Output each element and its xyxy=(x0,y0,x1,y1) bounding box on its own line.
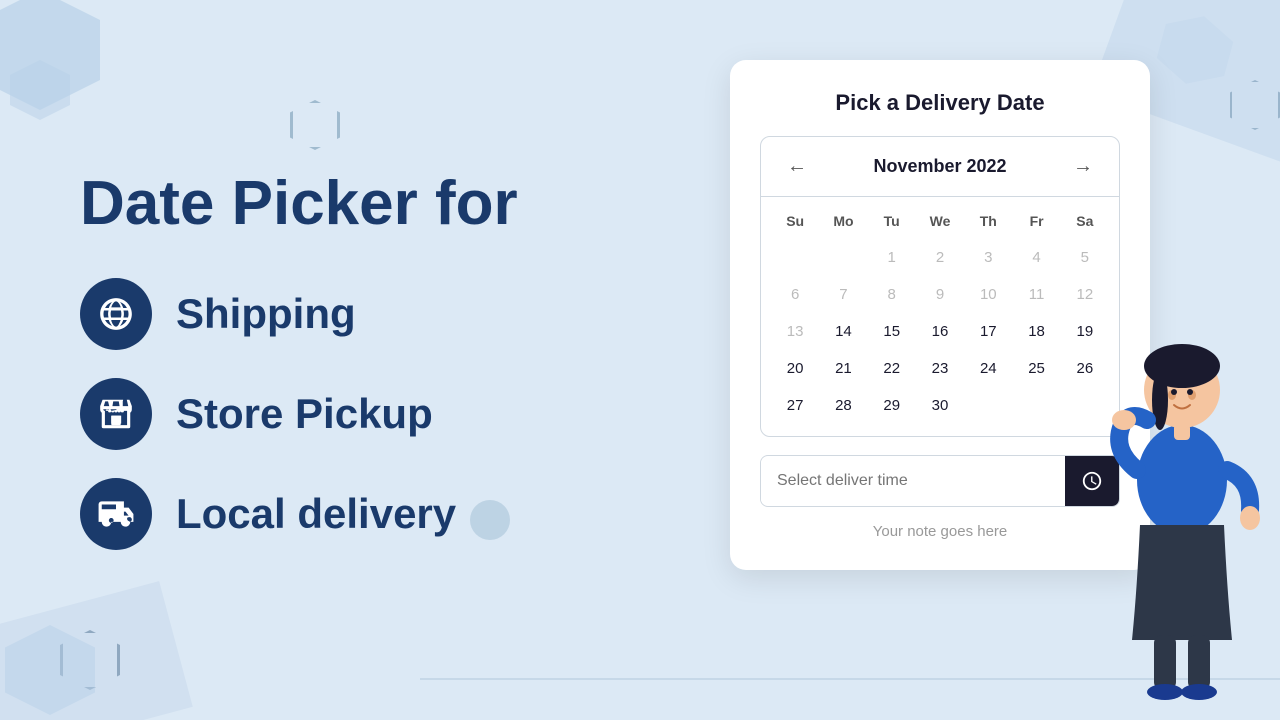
date-picker-card: Pick a Delivery Date ← November 2022 → S… xyxy=(730,60,1150,570)
day-cell[interactable]: 21 xyxy=(819,352,867,385)
local-delivery-icon-circle xyxy=(80,478,152,550)
time-picker-row xyxy=(760,455,1120,507)
prev-month-button[interactable]: ← xyxy=(779,151,815,182)
shipping-label: Shipping xyxy=(176,290,356,338)
day-cell[interactable]: 5 xyxy=(1061,241,1109,274)
day-cell[interactable]: 3 xyxy=(964,241,1012,274)
day-cell[interactable]: 14 xyxy=(819,315,867,348)
day-cell[interactable]: 17 xyxy=(964,315,1012,348)
day-cell[interactable]: 1 xyxy=(868,241,916,274)
day-cell[interactable]: 2 xyxy=(916,241,964,274)
month-year-label: November 2022 xyxy=(873,156,1006,177)
next-month-button[interactable]: → xyxy=(1065,151,1101,182)
day-header-mo: Mo xyxy=(819,207,867,235)
main-title: Date Picker for xyxy=(80,170,620,238)
day-cell[interactable]: 29 xyxy=(868,389,916,422)
store-icon xyxy=(97,395,135,433)
day-header-we: We xyxy=(916,207,964,235)
day-cell[interactable]: 11 xyxy=(1012,278,1060,311)
note-text: Your note goes here xyxy=(760,523,1120,540)
character-illustration xyxy=(1102,280,1262,700)
store-pickup-icon-circle xyxy=(80,378,152,450)
day-cell[interactable]: 4 xyxy=(1012,241,1060,274)
day-cell[interactable]: 27 xyxy=(771,389,819,422)
local-delivery-label: Local delivery xyxy=(176,490,456,538)
card-title: Pick a Delivery Date xyxy=(760,90,1120,116)
feature-item-shipping: Shipping xyxy=(80,278,620,350)
day-cell[interactable]: 23 xyxy=(916,352,964,385)
feature-item-local-delivery: Local delivery xyxy=(80,478,620,550)
calendar-grid: Su Mo Tu We Th Fr Sa 1 2 3 4 5 xyxy=(761,197,1119,436)
feature-item-store-pickup: Store Pickup xyxy=(80,378,620,450)
shipping-icon-circle xyxy=(80,278,152,350)
day-headers: Su Mo Tu We Th Fr Sa xyxy=(771,207,1109,235)
time-input[interactable] xyxy=(761,458,1065,504)
days-grid: 1 2 3 4 5 6 7 8 9 10 11 12 13 14 15 xyxy=(771,241,1109,422)
day-cell[interactable]: 13 xyxy=(771,315,819,348)
day-cell[interactable]: 8 xyxy=(868,278,916,311)
day-header-th: Th xyxy=(964,207,1012,235)
day-cell[interactable]: 24 xyxy=(964,352,1012,385)
day-header-tu: Tu xyxy=(868,207,916,235)
calendar-header: ← November 2022 → xyxy=(761,137,1119,197)
store-pickup-label: Store Pickup xyxy=(176,390,433,438)
bg-hex-tr2 xyxy=(1230,80,1280,130)
delivery-icon xyxy=(97,495,135,533)
left-panel: Date Picker for Shipping Store Pickup xyxy=(60,0,620,720)
calendar: ← November 2022 → Su Mo Tu We Th Fr Sa xyxy=(760,136,1120,437)
day-cell[interactable]: 22 xyxy=(868,352,916,385)
feature-list: Shipping Store Pickup Local delivery xyxy=(80,278,620,550)
day-cell[interactable]: 25 xyxy=(1012,352,1060,385)
day-cell[interactable]: 10 xyxy=(964,278,1012,311)
day-header-fr: Fr xyxy=(1012,207,1060,235)
bg-hex-tr xyxy=(1160,15,1230,85)
day-cell[interactable]: 15 xyxy=(868,315,916,348)
globe-icon xyxy=(97,295,135,333)
day-header-sa: Sa xyxy=(1061,207,1109,235)
day-cell[interactable]: 18 xyxy=(1012,315,1060,348)
clock-icon xyxy=(1081,470,1103,492)
day-cell[interactable]: 9 xyxy=(916,278,964,311)
right-panel: Pick a Delivery Date ← November 2022 → S… xyxy=(730,60,1150,570)
day-cell[interactable]: 20 xyxy=(771,352,819,385)
day-header-su: Su xyxy=(771,207,819,235)
day-cell[interactable]: 7 xyxy=(819,278,867,311)
day-cell[interactable]: 6 xyxy=(771,278,819,311)
day-cell[interactable]: 28 xyxy=(819,389,867,422)
day-cell[interactable]: 16 xyxy=(916,315,964,348)
day-cell[interactable]: 30 xyxy=(916,389,964,422)
